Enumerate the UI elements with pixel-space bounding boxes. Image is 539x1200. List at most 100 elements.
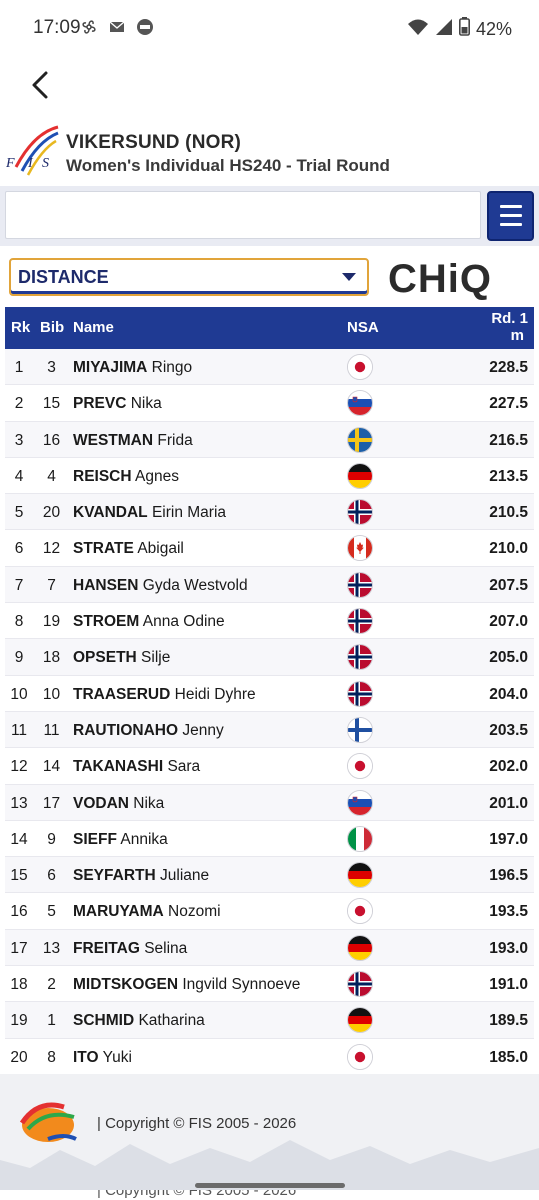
athlete-name[interactable]: VODAN Nika	[73, 795, 164, 813]
flag-jpn-icon	[347, 354, 373, 380]
battery-level: 42%	[475, 18, 512, 39]
bib-cell: 14	[42, 758, 61, 776]
athlete-name[interactable]: WESTMAN Frida	[73, 432, 193, 450]
gesture-nav-bar[interactable]	[195, 1183, 345, 1188]
bib-cell: 15	[42, 395, 61, 413]
distance-cell: 193.5	[489, 903, 528, 921]
table-row[interactable]: 5 20 KVANDAL Eirin Maria 210.5	[5, 494, 534, 531]
rank-cell: 2	[14, 395, 24, 413]
athlete-name[interactable]: SIEFF Annika	[73, 831, 168, 849]
rank-cell: 15	[10, 867, 28, 885]
athlete-last-name: FREITAG	[73, 939, 140, 957]
flag-swe-icon	[347, 426, 373, 453]
table-row[interactable]: 14 9 SIEFF Annika 197.0	[5, 820, 534, 858]
table-row[interactable]: 9 18 OPSETH Silje 205.0	[5, 639, 534, 676]
athlete-last-name: VODAN	[73, 794, 129, 812]
status-right: 42%	[407, 17, 512, 41]
table-row[interactable]: 7 7 HANSEN Gyda Westvold 207.5	[5, 566, 534, 604]
battery-icon	[458, 17, 470, 41]
table-row[interactable]: 16 5 MARUYAMA Nozomi 193.5	[5, 893, 534, 930]
table-row[interactable]: 6 12 STRATE Abigail 210.0	[5, 530, 534, 567]
athlete-first-name: Gyda Westvold	[142, 576, 248, 594]
athlete-name[interactable]: REISCH Agnes	[73, 468, 179, 486]
athlete-name[interactable]: RAUTIONAHO Jenny	[73, 722, 224, 740]
bib-cell: 7	[47, 576, 56, 594]
flag-nor-icon	[347, 971, 373, 998]
athlete-first-name: Ringo	[151, 359, 193, 376]
table-row[interactable]: 20 8 ITO Yuki 185.0	[5, 1038, 534, 1075]
event-title: Women's Individual HS240 - Trial Round	[66, 156, 390, 175]
athlete-first-name: Heidi Dyhre	[174, 685, 256, 703]
table-row[interactable]: 19 1 SCHMID Katharina 189.5	[5, 1002, 534, 1039]
flag-can-icon	[347, 535, 373, 562]
bib-cell: 10	[42, 685, 61, 703]
athlete-last-name: REISCH	[73, 467, 132, 485]
athlete-name[interactable]: OPSETH Silje	[73, 649, 170, 667]
table-row[interactable]: 12 14 TAKANASHI Sara 202.0	[5, 748, 534, 785]
athlete-name[interactable]: TRAASERUD Heidi Dyhre	[73, 686, 256, 704]
table-row[interactable]: 15 6 SEYFARTH Juliane 196.5	[5, 857, 534, 894]
athlete-first-name: Sara	[167, 758, 201, 776]
table-row[interactable]: 10 10 TRAASERUD Heidi Dyhre 204.0	[5, 675, 534, 712]
distance-cell: 228.5	[489, 359, 528, 376]
table-row[interactable]: 4 4 REISCH Agnes 213.5	[5, 457, 534, 495]
athlete-name[interactable]: SEYFARTH Juliane	[73, 867, 209, 885]
bib-cell: 20	[42, 504, 61, 522]
athlete-name[interactable]: PREVC Nika	[73, 395, 162, 413]
bib-cell: 13	[42, 939, 61, 957]
flag-ger-icon	[347, 862, 373, 889]
table-row[interactable]: 2 15 PREVC Nika 227.5	[5, 385, 534, 422]
bib-cell: 11	[43, 721, 60, 739]
menu-button[interactable]	[487, 191, 534, 241]
athlete-name[interactable]: TAKANASHI Sara	[73, 758, 200, 776]
flag-nor-icon	[347, 499, 373, 526]
status-time: 17:09	[33, 17, 81, 38]
table-body: 1 3 MIYAJIMA Ringo 228.5 2 15 PREVC Nika 227.5 3…	[5, 349, 534, 1075]
table-row[interactable]: 11 11 RAUTIONAHO Jenny 203.5	[5, 711, 534, 749]
rank-cell: 17	[10, 939, 28, 957]
distance-cell: 204.0	[489, 685, 528, 703]
athlete-name[interactable]: ITO Yuki	[73, 1049, 132, 1067]
athlete-first-name: Selina	[144, 939, 188, 957]
header-distance[interactable]: Rd. 1 m	[488, 310, 528, 344]
distance-cell: 189.5	[489, 1012, 528, 1030]
bib-cell: 1	[47, 1012, 56, 1030]
flag-jpn-icon	[347, 753, 373, 780]
bib-cell: 16	[42, 431, 61, 449]
distance-cell: 205.0	[489, 649, 528, 667]
bib-cell: 19	[42, 613, 61, 631]
header-name[interactable]: Name	[73, 319, 114, 336]
rank-cell: 9	[14, 649, 24, 667]
athlete-last-name: ITO	[73, 1048, 99, 1066]
table-row[interactable]: 1 3 MIYAJIMA Ringo 228.5	[5, 349, 534, 386]
table-row[interactable]: 17 13 FREITAG Selina 193.0	[5, 929, 534, 967]
athlete-name[interactable]: MARUYAMA Nozomi	[73, 903, 221, 921]
athlete-name[interactable]: SCHMID Katharina	[73, 1012, 205, 1030]
athlete-name[interactable]: STROEM Anna Odine	[73, 613, 225, 631]
athlete-name[interactable]: FREITAG Selina	[73, 940, 187, 958]
athlete-name[interactable]: HANSEN Gyda Westvold	[73, 577, 248, 595]
athlete-name[interactable]: KVANDAL Eirin Maria	[73, 504, 226, 522]
rank-cell: 19	[10, 1012, 28, 1030]
table-row[interactable]: 8 19 STROEM Anna Odine 207.0	[5, 603, 534, 640]
table-row[interactable]: 13 17 VODAN Nika 201.0	[5, 784, 534, 821]
table-row[interactable]: 18 2 MIDTSKOGEN Ingvild Synnoeve 191.0	[5, 966, 534, 1003]
distance-cell: 210.5	[489, 504, 528, 522]
flag-slo-icon	[347, 789, 373, 816]
table-header: Rk Bib Name NSA Rd. 1 m	[5, 307, 534, 349]
header-rank[interactable]: Rk	[11, 319, 30, 336]
wifi-icon	[407, 18, 429, 41]
athlete-first-name: Anna Odine	[142, 613, 225, 631]
athlete-name[interactable]: MIYAJIMA Ringo	[73, 359, 192, 377]
rank-cell: 16	[10, 903, 28, 921]
results-type-select[interactable]: DISTANCE	[9, 258, 369, 296]
back-button[interactable]	[26, 70, 56, 100]
header-nsa[interactable]: NSA	[347, 319, 379, 336]
athlete-name[interactable]: STRATE Abigail	[73, 540, 184, 558]
distance-cell: 203.5	[489, 721, 528, 739]
table-row[interactable]: 3 16 WESTMAN Frida 216.5	[5, 421, 534, 458]
distance-cell: 207.5	[489, 576, 528, 594]
search-input[interactable]	[5, 191, 481, 239]
header-bib[interactable]: Bib	[40, 319, 64, 336]
athlete-name[interactable]: MIDTSKOGEN Ingvild Synnoeve	[73, 976, 300, 994]
